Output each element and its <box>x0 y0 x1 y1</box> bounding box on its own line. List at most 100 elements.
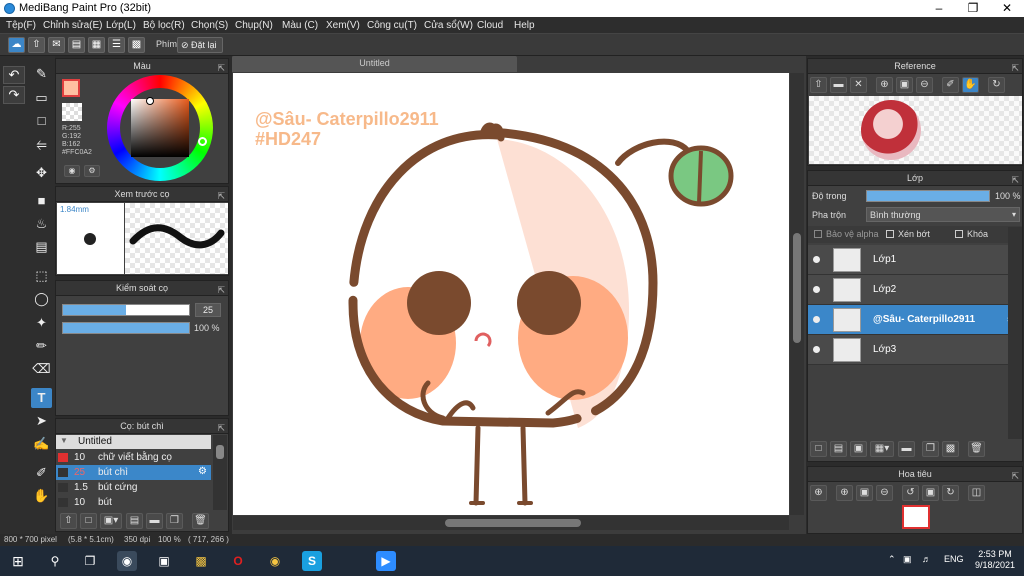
nav-reset-icon[interactable]: ▣ <box>922 485 939 501</box>
new-layer-color-icon[interactable]: ▤ <box>830 441 847 457</box>
search-icon[interactable]: ⚲ <box>45 551 65 571</box>
visibility-icon[interactable] <box>813 346 820 353</box>
hue-cursor[interactable] <box>198 137 207 146</box>
menu-help[interactable]: Help <box>514 20 535 31</box>
share-icon[interactable]: ⇧ <box>28 37 45 53</box>
expand-icon[interactable]: ⇱ <box>217 61 225 75</box>
zoom-taskbar-icon[interactable]: ▶ <box>376 551 396 571</box>
zoom-in-icon[interactable]: ⊕ <box>876 77 893 93</box>
select-pen-tool-icon[interactable]: ✏ <box>31 336 52 356</box>
magic-wand-tool-icon[interactable]: ✦ <box>31 313 52 333</box>
nav-rotate-right-icon[interactable]: ↻ <box>942 485 959 501</box>
layer-opacity-slider[interactable] <box>866 190 990 202</box>
settings-icon[interactable]: ⚙ <box>84 165 100 177</box>
nav-zoom-in-icon[interactable]: ⊕ <box>836 485 853 501</box>
nav-zoom-out-icon[interactable]: ⊖ <box>876 485 893 501</box>
layer-row-selected[interactable]: @Sâu- Caterpillo2911⚙ <box>808 305 1022 335</box>
visibility-icon[interactable] <box>813 286 820 293</box>
text-tool-icon[interactable]: T <box>31 388 52 408</box>
copy-icon[interactable]: ❐ <box>166 513 183 529</box>
close-icon[interactable]: ✕ <box>990 0 1024 17</box>
zoom-out-icon[interactable]: ⊖ <box>916 77 933 93</box>
expand-icon[interactable]: ⇱ <box>1011 173 1019 187</box>
visibility-icon[interactable] <box>813 316 820 323</box>
expand-icon[interactable]: ⇱ <box>217 283 225 297</box>
eyedropper-icon[interactable]: ✐ <box>942 77 959 93</box>
palette-icon[interactable]: ◉ <box>64 165 80 177</box>
visibility-icon[interactable] <box>813 256 820 263</box>
menu-tools[interactable]: Công cụ(T) <box>367 20 417 31</box>
windows-start-icon[interactable]: ⊞ <box>8 551 28 571</box>
reference-close-icon[interactable]: ✕ <box>850 77 867 93</box>
transparent-swatch[interactable] <box>62 103 82 121</box>
fit-icon[interactable]: ▣ <box>896 77 913 93</box>
reference-folder-icon[interactable]: ▬ <box>830 77 847 93</box>
line-tool-icon[interactable]: ⥢ <box>31 135 52 155</box>
blend-mode-select[interactable]: Bình thường ▾ <box>866 207 1020 222</box>
nav-flip-icon[interactable]: ◫ <box>968 485 985 501</box>
minimize-icon[interactable]: – <box>922 0 956 17</box>
brush-add-icon[interactable]: ⇧ <box>60 513 77 529</box>
opacity-slider[interactable] <box>62 322 190 334</box>
trash-icon[interactable]: 🗑 <box>192 513 209 529</box>
nav-rotate-left-icon[interactable]: ↺ <box>902 485 919 501</box>
layer-scrollbar[interactable] <box>1008 227 1022 439</box>
menu-view[interactable]: Xem(V) <box>326 20 360 31</box>
rotate-icon[interactable]: ↻ <box>988 77 1005 93</box>
nav-fit-icon[interactable]: ▣ <box>856 485 873 501</box>
menu-color[interactable]: Màu (C) <box>282 20 318 31</box>
expand-icon[interactable]: ⇱ <box>217 189 225 203</box>
bucket-tool-icon[interactable]: ♨ <box>31 214 52 234</box>
new-brush-icon[interactable]: □ <box>80 513 97 529</box>
redo-icon[interactable]: ↷ <box>3 86 25 104</box>
lasso-tool-icon[interactable]: ◯ <box>31 289 52 309</box>
task-view-icon[interactable]: ❐ <box>80 551 100 571</box>
medibang-taskbar-icon[interactable]: ◉ <box>117 551 137 571</box>
lock-checkbox[interactable] <box>955 230 963 238</box>
brush-item[interactable]: 1.5 bút cứng <box>56 480 211 495</box>
size-value[interactable]: 25 <box>195 303 221 317</box>
eyedropper-tool-icon[interactable]: ✐ <box>31 463 52 483</box>
clipping-checkbox[interactable] <box>886 230 894 238</box>
gradient-tool-icon[interactable]: ▤ <box>31 237 52 257</box>
eraser-tool-icon[interactable]: ▭ <box>31 88 52 108</box>
navigator-thumbnail[interactable] <box>902 505 930 529</box>
hand-icon[interactable]: ✋ <box>962 77 979 93</box>
nav-zoom-icon[interactable]: ⊕ <box>810 485 827 501</box>
divide-tool-icon[interactable]: ✍ <box>31 434 52 454</box>
merge-layer-icon[interactable]: ▩ <box>942 441 959 457</box>
canvas-vertical-scrollbar[interactable] <box>790 73 804 515</box>
new-layer-icon[interactable]: □ <box>810 441 827 457</box>
folder-icon[interactable]: ▬ <box>898 441 915 457</box>
brush-settings-icon[interactable]: ▤ <box>126 513 143 529</box>
brush-list-scrollbar[interactable] <box>213 435 227 510</box>
brush-item[interactable]: 10 bút <box>56 495 211 510</box>
menu-capture[interactable]: Chụp(N) <box>235 20 273 31</box>
menu-layer[interactable]: Lớp(L) <box>106 20 136 31</box>
reset-button[interactable]: ⊘ Đặt lại <box>177 37 223 53</box>
menu-window[interactable]: Cửa sổ(W) <box>424 20 473 31</box>
layer-row[interactable]: Lớp3 <box>808 335 1022 365</box>
tray-chevron-icon[interactable]: ⌃ <box>888 554 896 565</box>
brush-group[interactable]: ▼ Untitled <box>56 435 211 449</box>
protect-alpha-checkbox[interactable] <box>814 230 822 238</box>
new-layer-mono-icon[interactable]: ▣ <box>850 441 867 457</box>
expand-icon[interactable]: ⇱ <box>1011 61 1019 75</box>
brush-dropdown-icon[interactable]: ▣▾ <box>100 513 122 529</box>
foreground-color-swatch[interactable] <box>62 79 80 97</box>
canvas-paper[interactable]: @Sâu- Caterpillo2911 #HD247 <box>233 73 789 515</box>
document-icon[interactable]: ▦ <box>88 37 105 53</box>
fill-rect-tool-icon[interactable]: ■ <box>31 191 52 211</box>
network-icon[interactable]: ▣ <box>903 554 912 565</box>
expand-icon[interactable]: ⇱ <box>217 421 225 435</box>
hue-wheel[interactable] <box>107 75 213 181</box>
skype-taskbar-icon[interactable]: S <box>302 551 322 571</box>
size-slider[interactable] <box>62 304 190 316</box>
hand-tool-icon[interactable]: ✋ <box>31 486 52 506</box>
operation-tool-icon[interactable]: ➤ <box>31 411 52 431</box>
volume-icon[interactable]: ♬ <box>922 554 931 564</box>
layer-row[interactable]: Lớp2 <box>808 275 1022 305</box>
list-icon[interactable]: ☰ <box>108 37 125 53</box>
menu-filter[interactable]: Bộ lọc(R) <box>143 20 185 31</box>
gear-icon[interactable]: ⚙ <box>198 466 207 477</box>
